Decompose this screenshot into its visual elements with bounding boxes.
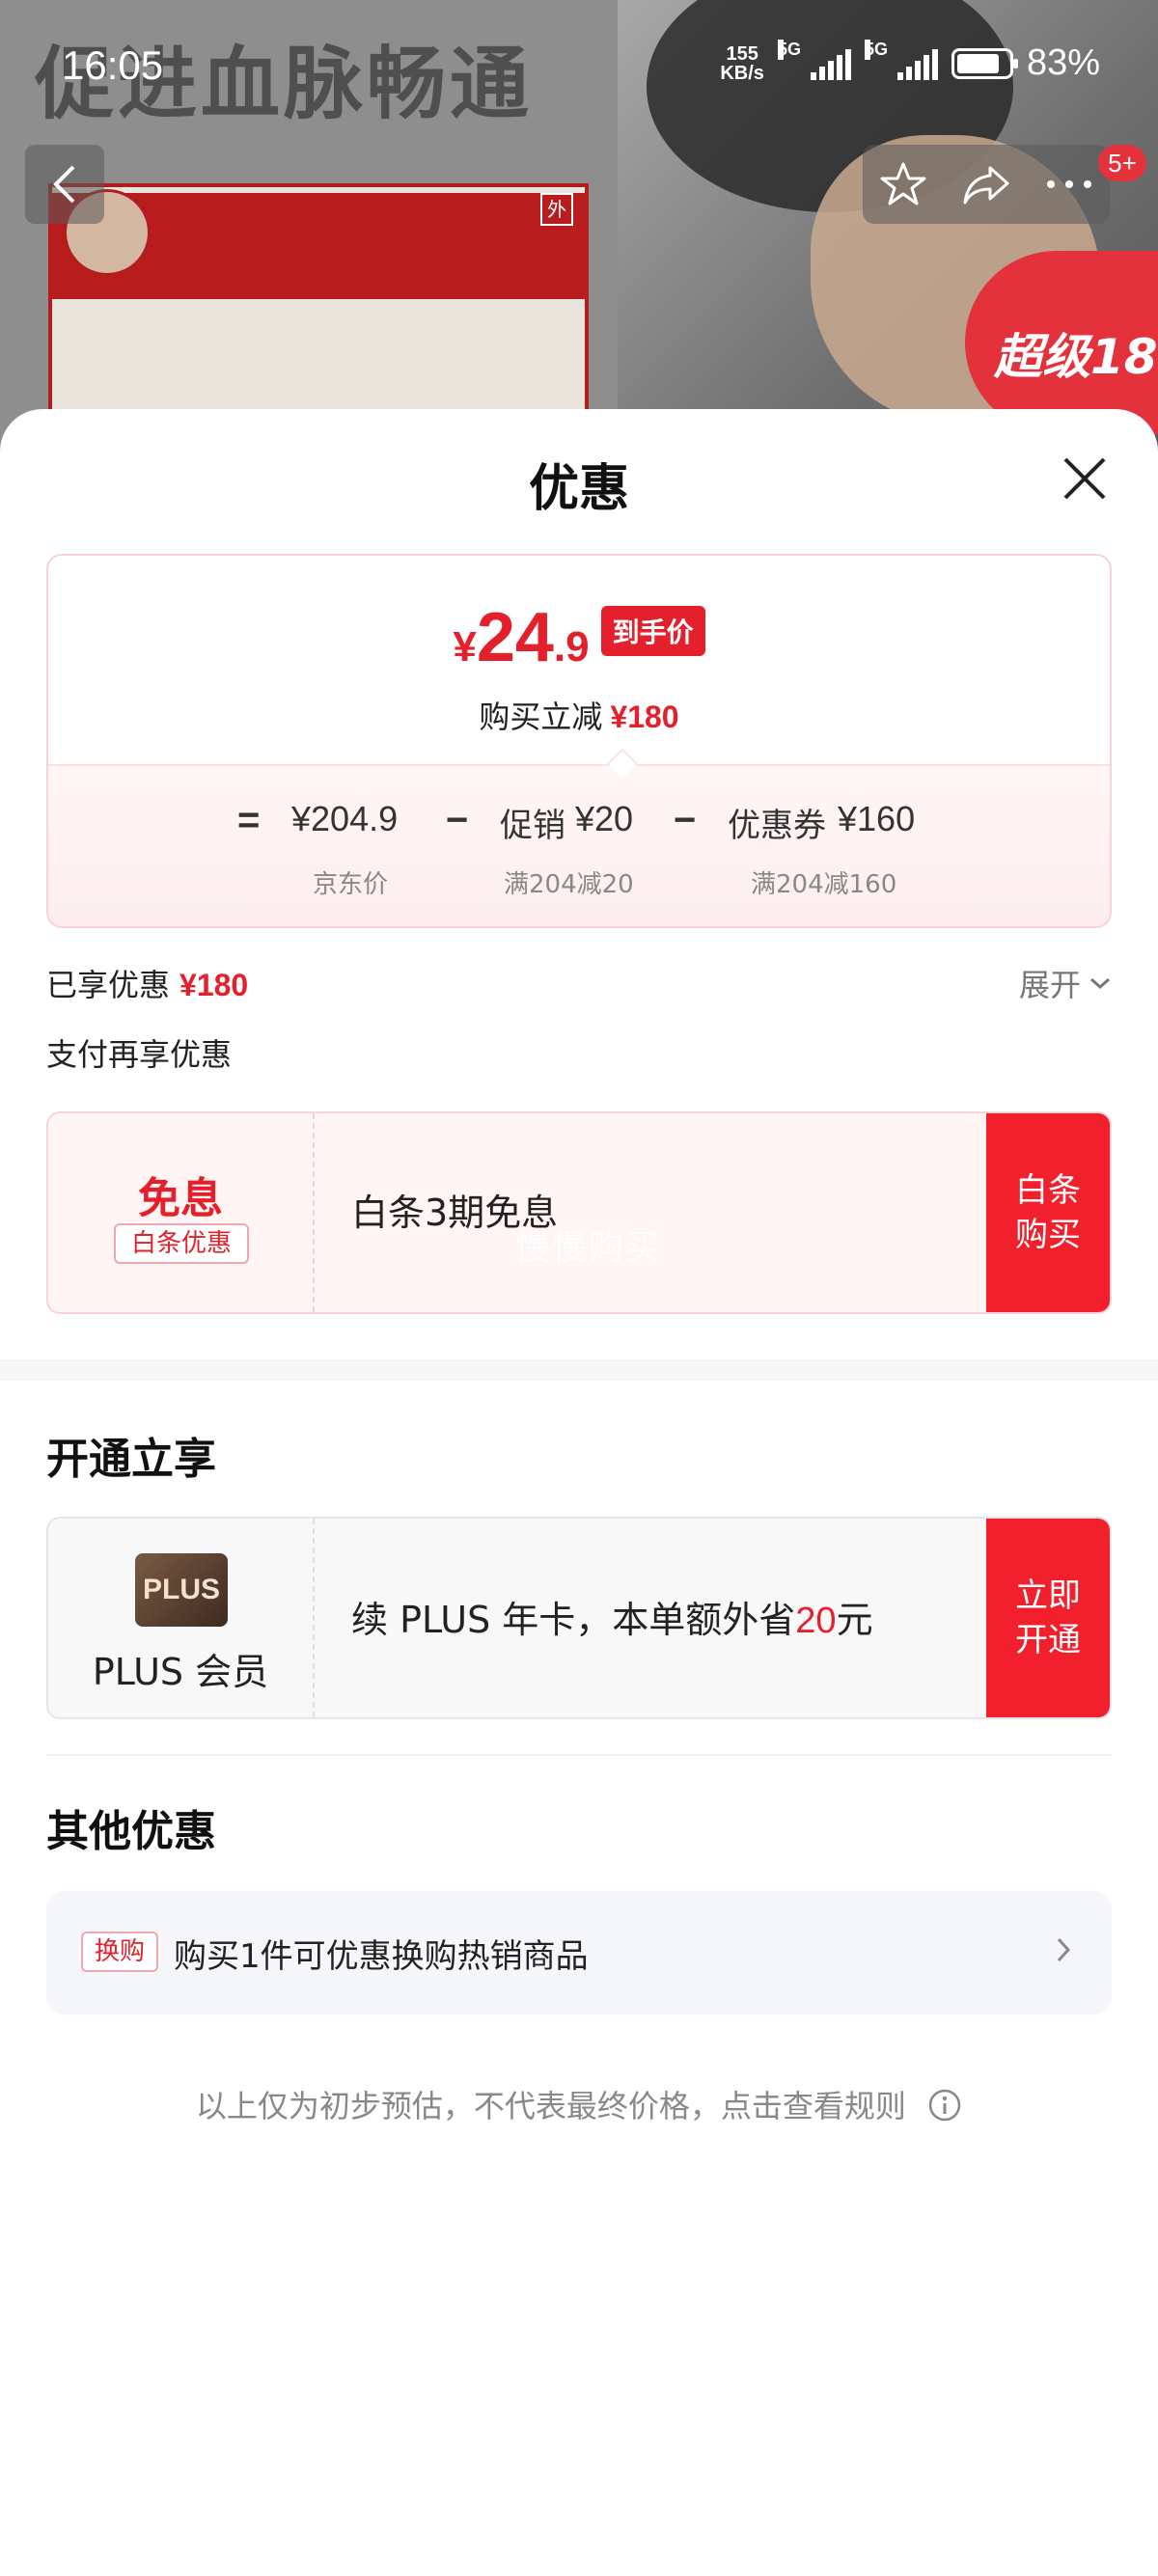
swap-offer-text: 购买1件可优惠换购热销商品 — [174, 1937, 589, 1976]
notification-badge: 5+ — [1098, 145, 1146, 181]
price-currency: ¥ — [453, 623, 477, 671]
enjoyed-label: 已享优惠 — [46, 967, 171, 1003]
baitiao-buy-label-1: 白条 — [1015, 1171, 1081, 1210]
promo-label: 促销 — [500, 807, 565, 845]
plus-open-button[interactable]: 立即 开通 — [986, 1519, 1110, 1717]
section-divider — [0, 1359, 1158, 1381]
status-bar: 16:05 155 KB/s 5G 5G 83% — [0, 0, 1158, 116]
final-price: ¥24.9 到手价 — [48, 598, 1110, 677]
more-icon[interactable] — [1045, 178, 1093, 190]
plus-desc-amount: 20 — [795, 1601, 837, 1641]
plus-offer-card[interactable]: PLUS PLUS 会员 续 PLUS 年卡，本单额外省20元 立即开通 — [46, 1517, 1112, 1719]
star-icon[interactable] — [879, 160, 927, 208]
final-price-tag: 到手价 — [600, 606, 705, 656]
formula-minus-2: − — [674, 799, 697, 841]
signal-label-2: 5G — [864, 39, 888, 60]
formula-equals: = — [237, 799, 261, 841]
battery-icon — [951, 47, 1018, 79]
promo-rule: 满204减20 — [504, 870, 634, 899]
price-breakdown-card: ¥24.9 到手价 购买立减 ¥180 = ¥204.9 − 促销 ¥20 − 优惠… — [46, 554, 1112, 928]
plus-open-label-2: 开通 — [1015, 1621, 1081, 1659]
plus-desc-unit: 元 — [836, 1599, 873, 1641]
promo-amount: ¥20 — [575, 799, 634, 838]
signal-icon-2: 5G — [864, 39, 938, 80]
disclaimer-text: 以上仅为初步预估，不代表最终价格，点击查看规则 — [195, 2088, 906, 2124]
network-speed-unit: KB/s — [720, 62, 764, 84]
direct-cut-amount: ¥180 — [610, 699, 679, 734]
price-formula-section: = ¥204.9 − 促销 ¥20 − 优惠券 ¥160 京东价 满204减20… — [48, 764, 1110, 926]
expand-toggle[interactable]: 展开 — [1019, 961, 1112, 1005]
sheet-title: 优惠 — [528, 460, 629, 518]
expand-label: 展开 — [1018, 967, 1081, 1003]
baitiao-offer-title: 免息 — [138, 1174, 223, 1223]
baitiao-buy-label-2: 购买 — [1015, 1216, 1081, 1254]
jd-price: ¥204.9 — [291, 799, 399, 838]
network-speed: 155 KB/s — [720, 44, 764, 83]
enjoyed-discount: 已享优惠 ¥180 — [46, 961, 248, 1005]
jd-price-label: 京东价 — [313, 870, 389, 899]
swap-tag: 换购 — [81, 1932, 158, 1972]
divider-line — [46, 1754, 1112, 1756]
product-box-tag: 外 — [540, 193, 573, 226]
plus-open-label-1: 立即 — [1015, 1576, 1081, 1615]
disclaimer-link[interactable]: 以上仅为初步预估，不代表最终价格，点击查看规则 — [0, 2082, 1158, 2126]
signal-icon: 5G — [777, 39, 851, 80]
watermark-text: 慢慢购买 — [515, 1228, 663, 1268]
info-icon — [928, 2089, 961, 2122]
baitiao-buy-button[interactable]: 白条 购买 — [986, 1113, 1110, 1312]
chevron-down-icon — [1090, 977, 1110, 990]
final-price-section: ¥24.9 到手价 购买立减 ¥180 — [48, 556, 1110, 764]
swap-offer-row[interactable]: 换购 购买1件可优惠换购热销商品 — [46, 1891, 1112, 2014]
back-button[interactable] — [25, 145, 104, 224]
other-discount-title: 其他优惠 — [46, 1807, 216, 1856]
status-indicators: 155 KB/s 5G 5G 83% — [720, 39, 1100, 84]
chevron-right-icon — [1057, 1937, 1071, 1962]
baitiao-offer-type: 免息 白条优惠 — [48, 1113, 315, 1312]
baitiao-offer-card[interactable]: 免息 白条优惠 白条3期免息 慢慢购买 白条 购买 — [46, 1111, 1112, 1314]
chevron-left-icon — [53, 165, 75, 204]
formula-minus: − — [446, 799, 469, 841]
coupon-amount: ¥160 — [838, 799, 916, 838]
plus-desc-text: 续 PLUS 年卡，本单额外省 — [351, 1599, 796, 1641]
baitiao-offer-tag: 白条优惠 — [114, 1223, 249, 1264]
top-action-group — [863, 145, 1110, 224]
plus-offer-type: PLUS PLUS 会员 — [48, 1519, 315, 1717]
open-benefit-title: 开通立享 — [46, 1435, 216, 1484]
plus-offer-desc: 续 PLUS 年卡，本单额外省20元 — [351, 1590, 873, 1643]
direct-cut-label: 购买立减 — [479, 699, 603, 735]
super-promo-badge: 超级18 — [965, 251, 1158, 434]
signal-label: 5G — [777, 39, 801, 60]
coupon-label: 优惠券 — [728, 807, 826, 845]
network-speed-value: 155 — [726, 42, 758, 65]
status-time: 16:05 — [62, 42, 164, 88]
price-decimal: .9 — [553, 623, 590, 671]
price-integer: 24 — [476, 599, 554, 676]
coupon-rule: 满204减160 — [751, 870, 897, 899]
discount-sheet: 优惠 ¥24.9 到手价 购买立减 ¥180 = ¥204.9 − 促销 ¥20 −… — [0, 409, 1158, 2576]
pay-more-heading: 支付再享优惠 — [46, 1036, 233, 1073]
close-icon[interactable] — [1060, 453, 1110, 504]
enjoyed-amount: ¥180 — [179, 968, 249, 1002]
plus-logo-icon: PLUS — [135, 1553, 228, 1627]
share-icon[interactable] — [961, 162, 1011, 206]
plus-member-name: PLUS 会员 — [92, 1651, 269, 1693]
direct-cut: 购买立减 ¥180 — [48, 693, 1110, 737]
price-formula: = ¥204.9 − 促销 ¥20 − 优惠券 ¥160 — [48, 799, 1110, 857]
battery-percent: 83% — [1026, 42, 1100, 83]
